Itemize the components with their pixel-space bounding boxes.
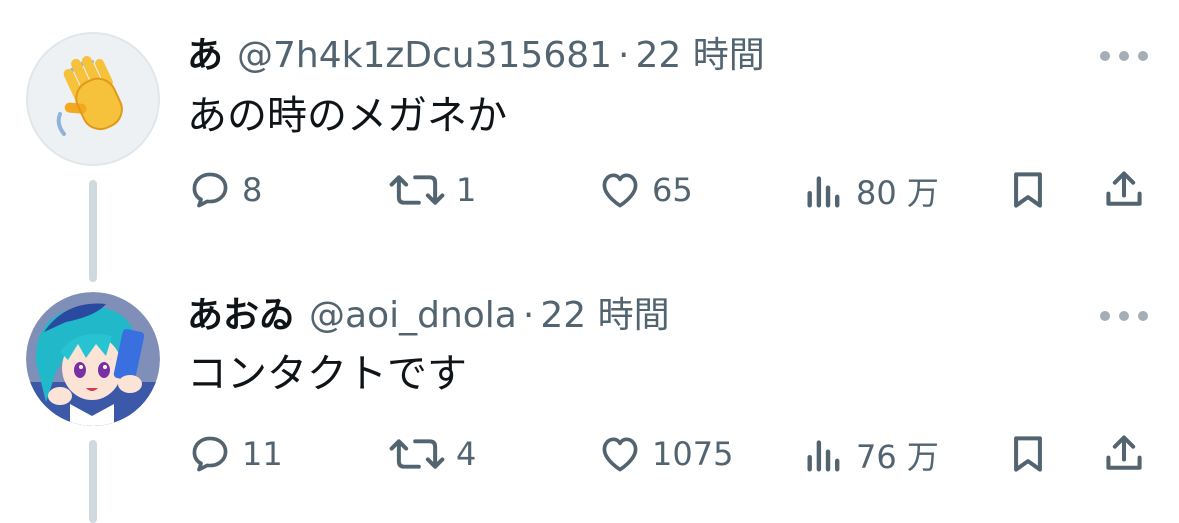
share-icon bbox=[1106, 435, 1142, 470]
view-count: 76 万 bbox=[856, 438, 939, 476]
reply-icon bbox=[192, 172, 228, 208]
like-button[interactable]: 1075 bbox=[598, 432, 733, 476]
share-button[interactable] bbox=[1102, 432, 1146, 476]
heart-icon bbox=[602, 437, 638, 472]
avatar[interactable] bbox=[26, 292, 160, 426]
views-chart-icon bbox=[807, 176, 840, 208]
heart-icon bbox=[602, 173, 638, 208]
waving-hand-icon bbox=[26, 32, 160, 166]
timestamp[interactable]: 22 時間 bbox=[636, 34, 765, 78]
like-count: 65 bbox=[652, 171, 693, 209]
views-button[interactable]: 76 万 bbox=[802, 432, 939, 478]
views-chart-icon bbox=[807, 440, 840, 472]
user-handle[interactable]: @aoi_dnola bbox=[309, 294, 517, 338]
timestamp[interactable]: 22 時間 bbox=[540, 294, 669, 338]
retweet-icon bbox=[389, 439, 445, 469]
user-handle[interactable]: @7h4k1zDcu315681 bbox=[237, 34, 612, 78]
views-button[interactable]: 80 万 bbox=[802, 168, 939, 214]
more-options-icon[interactable] bbox=[1100, 306, 1148, 326]
more-options-icon[interactable] bbox=[1100, 46, 1148, 66]
retweet-count: 4 bbox=[456, 435, 477, 473]
display-name[interactable]: あ bbox=[187, 34, 223, 78]
tweet-header: あ @7h4k1zDcu315681 · 22 時間 bbox=[187, 34, 765, 78]
tweet-header: あおゐ @aoi_dnola · 22 時間 bbox=[187, 294, 670, 338]
bookmark-icon bbox=[1014, 436, 1042, 472]
separator-dot: · bbox=[618, 35, 630, 76]
view-count: 80 万 bbox=[856, 174, 939, 212]
avatar[interactable] bbox=[26, 32, 160, 166]
separator-dot: · bbox=[522, 295, 535, 336]
thread-line-top bbox=[89, 180, 97, 282]
reply-count: 11 bbox=[242, 435, 283, 473]
anime-character-icon bbox=[26, 292, 160, 426]
tweet-text: コンタクトです bbox=[187, 351, 467, 397]
reply-icon bbox=[192, 436, 228, 472]
display-name[interactable]: あおゐ bbox=[187, 294, 295, 338]
like-count: 1075 bbox=[652, 435, 734, 473]
like-button[interactable]: 65 bbox=[598, 168, 693, 212]
reply-button[interactable]: 8 bbox=[188, 168, 262, 212]
reply-button[interactable]: 11 bbox=[188, 432, 283, 476]
share-icon bbox=[1106, 171, 1142, 206]
tweet-text: あの時のメガネか bbox=[187, 93, 507, 139]
share-button[interactable] bbox=[1102, 168, 1146, 212]
bookmark-icon bbox=[1014, 172, 1042, 208]
retweet-button[interactable]: 4 bbox=[388, 432, 476, 476]
bookmark-button[interactable] bbox=[1006, 432, 1050, 476]
thread-line-bottom bbox=[89, 440, 97, 523]
reply-count: 8 bbox=[242, 171, 263, 209]
retweet-count: 1 bbox=[456, 171, 477, 209]
bookmark-button[interactable] bbox=[1006, 168, 1050, 212]
retweet-icon bbox=[389, 175, 445, 205]
retweet-button[interactable]: 1 bbox=[388, 168, 476, 212]
